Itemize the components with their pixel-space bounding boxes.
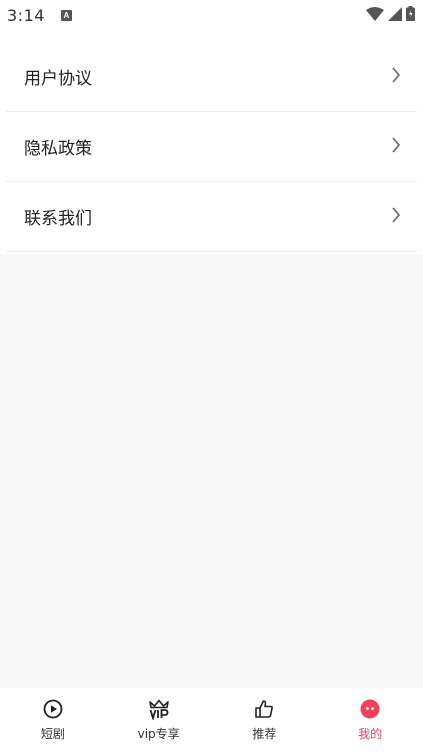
chevron-right-icon [391, 206, 401, 227]
tab-label: 短剧 [40, 727, 65, 741]
play-circle-icon [42, 698, 64, 720]
signal-icon [388, 6, 402, 25]
menu-item-privacy-policy[interactable]: 隐私政策 [6, 112, 417, 182]
vip-crown-icon [148, 698, 170, 720]
status-bar: 3:14 A [0, 0, 423, 30]
tab-vip[interactable]: vip专享 [106, 688, 212, 752]
status-time: 3:14 [7, 5, 45, 25]
tab-label: 我的 [358, 727, 383, 741]
bottom-tab-bar: 短剧 vip专享 推荐 我的 [0, 688, 423, 752]
wifi-icon [366, 6, 384, 25]
menu-item-contact-us[interactable]: 联系我们 [6, 182, 417, 252]
tab-recommend[interactable]: 推荐 [212, 688, 318, 752]
tab-label: 推荐 [252, 727, 277, 741]
menu-item-label: 隐私政策 [24, 139, 92, 159]
battery-icon [406, 5, 415, 25]
content-area [0, 254, 423, 688]
menu-item-label: 用户协议 [24, 69, 92, 89]
profile-face-icon [359, 698, 381, 720]
thumbs-up-icon [253, 698, 275, 720]
tab-short-drama[interactable]: 短剧 [0, 688, 106, 752]
notification-a-icon: A [60, 9, 72, 21]
tab-label: vip专享 [137, 727, 180, 741]
menu-item-label: 联系我们 [24, 209, 92, 229]
chevron-right-icon [391, 66, 401, 87]
menu-item-user-agreement[interactable]: 用户协议 [6, 42, 417, 112]
tab-mine[interactable]: 我的 [317, 688, 423, 752]
settings-menu: 用户协议 隐私政策 联系我们 [0, 30, 423, 254]
chevron-right-icon [391, 136, 401, 157]
